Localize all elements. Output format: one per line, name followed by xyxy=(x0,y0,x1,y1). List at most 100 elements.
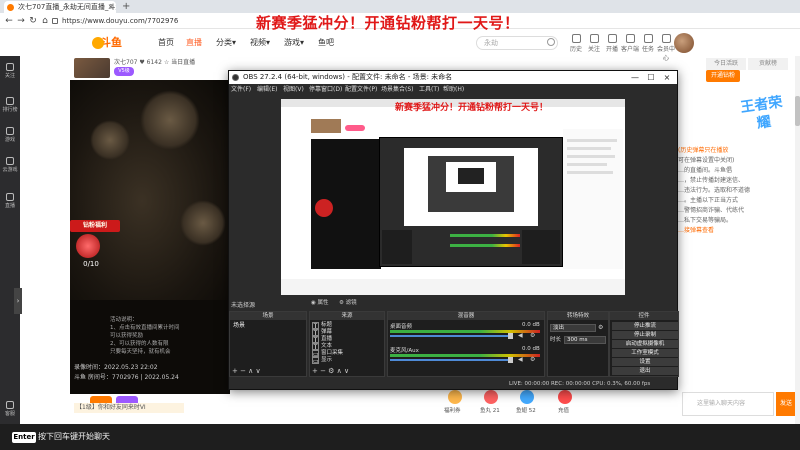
info-line: 只要每天坚持，就有机会 xyxy=(110,349,171,355)
nav-video[interactable]: 视频▾ xyxy=(250,37,270,49)
follow-button[interactable]: 关注 xyxy=(584,34,604,56)
stop-recording-button[interactable]: 停止录制 xyxy=(612,331,678,339)
menu-file[interactable]: 文件(F) xyxy=(231,84,251,95)
sidebar-item-follow[interactable]: 关注 xyxy=(0,60,20,82)
maximize-icon[interactable]: ☐ xyxy=(643,71,659,84)
nav-fishbar[interactable]: 鱼吧 xyxy=(318,37,334,49)
sidebar-item-game[interactable]: 游戏 xyxy=(0,124,20,146)
text-source-icon: T xyxy=(312,336,319,344)
stream-player[interactable]: 钻粉福利 0/10 活动说明： 1、点击有效直播间累计时间 可以获得奖励 2、可… xyxy=(70,80,230,394)
sidebar-item-rank[interactable]: 排行榜 xyxy=(0,94,20,116)
search-input[interactable]: 永劫 xyxy=(476,36,558,50)
avatar[interactable] xyxy=(674,33,694,53)
gear-icon[interactable]: ⚙ xyxy=(530,333,536,339)
nav-category[interactable]: 分类▾ xyxy=(216,37,236,49)
fishball-icon[interactable] xyxy=(484,390,498,404)
source-item[interactable]: ▭ 窗口采集 xyxy=(311,350,383,358)
preview-text-line xyxy=(567,163,607,166)
sidebar-item-cloud-game[interactable]: 云游戏 xyxy=(0,154,20,176)
send-button[interactable]: 发送 xyxy=(776,392,796,416)
duration-input[interactable]: 300 ms xyxy=(564,336,606,344)
menu-profile[interactable]: 配置文件(P) xyxy=(345,84,377,95)
notice-line: …违法行为。选取和不道德 xyxy=(678,187,751,194)
sidebar-item-live[interactable]: 直播 xyxy=(0,190,20,212)
source-item[interactable]: T 文本 xyxy=(311,343,383,351)
volume-slider-handle[interactable] xyxy=(508,333,513,339)
broadcast-button[interactable]: 开播 xyxy=(602,34,622,56)
volume-slider-handle[interactable] xyxy=(508,357,513,363)
task-button[interactable]: 任务 xyxy=(638,34,658,56)
window-source-icon: ▭ xyxy=(312,350,319,358)
filters-button[interactable]: ⚙ 滤镜 xyxy=(339,299,363,308)
history-button[interactable]: 历史 xyxy=(566,34,586,56)
tab-today-active[interactable]: 今日活跃 xyxy=(706,58,746,70)
gear-icon[interactable]: ⚙ xyxy=(598,324,606,332)
obs-window[interactable]: OBS 27.2.4 (64-bit, windows) - 配置文件: 未命名… xyxy=(228,70,679,390)
scene-item[interactable]: 场景 xyxy=(231,322,305,330)
sidebar-item-service[interactable]: 客服 xyxy=(0,398,20,420)
source-item[interactable]: T 弹幕 xyxy=(311,329,383,337)
recharge-icon[interactable] xyxy=(558,390,572,404)
source-label: 直播 xyxy=(321,336,333,342)
new-tab-icon[interactable]: + xyxy=(122,1,132,13)
url-field[interactable]: https://www.douyu.com/7702976 xyxy=(52,15,212,27)
source-tools[interactable]: + − ⚙ ∧ ∨ xyxy=(312,368,349,375)
nav-home[interactable]: 首页 xyxy=(158,37,174,49)
browser-tab[interactable]: 次七707直播_永劫无间直播_斗鱼... xyxy=(4,1,116,13)
status-text: LIVE: 00:00:00 REC: 00:00:00 CPU: 0.3%, … xyxy=(509,381,651,387)
source-item[interactable]: T 直播 xyxy=(311,336,383,344)
volume-slider[interactable] xyxy=(390,359,510,361)
speaker-icon[interactable]: ◀ xyxy=(518,357,524,363)
source-item[interactable]: ▭ 显示 xyxy=(311,357,383,365)
room-thumbnail[interactable] xyxy=(74,58,110,78)
scene-tools[interactable]: + − ∧ ∨ xyxy=(232,368,261,375)
menu-tools[interactable]: 工具(T) xyxy=(419,84,439,95)
preview-tag xyxy=(345,125,365,131)
settings-button[interactable]: 设置 xyxy=(612,358,678,366)
tab-close-icon[interactable]: × xyxy=(106,1,116,13)
gear-icon[interactable]: ⚙ xyxy=(530,357,536,363)
minimize-icon[interactable]: — xyxy=(627,71,643,84)
fin-icon[interactable] xyxy=(520,390,534,404)
nav-game[interactable]: 游戏▾ xyxy=(284,37,304,49)
text-source-icon: T xyxy=(312,343,319,351)
gamepad-icon xyxy=(6,127,14,135)
nav-live[interactable]: 直播 xyxy=(186,37,202,49)
menu-edit[interactable]: 编辑(E) xyxy=(257,84,277,95)
king-of-glory-logo[interactable]: 王者荣耀 xyxy=(735,93,790,140)
studio-mode-button[interactable]: 工作室模式 xyxy=(612,349,678,357)
tab-contribution[interactable]: 贡献榜 xyxy=(748,58,788,70)
stop-streaming-button[interactable]: 停止推流 xyxy=(612,322,678,330)
mixer-channel: 桌面音频 0.0 dB ◀ ⚙ xyxy=(390,322,542,344)
vip-button[interactable]: 会员中心 xyxy=(656,34,676,62)
properties-button[interactable]: ◉ 属性 xyxy=(311,299,335,308)
client-button[interactable]: 客户端 xyxy=(620,34,640,56)
exit-button[interactable]: 退出 xyxy=(612,367,678,375)
obs-preview-canvas[interactable]: 新赛季猛冲分！开通钻粉帮打一天号！ xyxy=(281,99,625,295)
chat-input[interactable]: 这里输入聊天内容 xyxy=(682,392,774,416)
notice-line: …接弹幕查看 xyxy=(678,227,715,234)
volume-slider[interactable] xyxy=(390,335,510,337)
page-scrollbar[interactable] xyxy=(795,56,800,424)
menu-view[interactable]: 视图(V) xyxy=(283,84,304,95)
speaker-icon[interactable]: ◀ xyxy=(518,333,524,339)
close-icon[interactable]: × xyxy=(659,71,675,84)
home-icon[interactable]: ⌂ xyxy=(38,13,52,29)
menu-scene-collection[interactable]: 场景集合(S) xyxy=(381,84,414,95)
coupon-icon[interactable] xyxy=(448,390,462,404)
mixer-dock: 混音器 桌面音频 0.0 dB ◀ ⚙ 麦克风/Aux 0.0 dB ◀ ⚙ xyxy=(387,311,545,377)
menu-docks[interactable]: 停靠窗口(D) xyxy=(309,84,342,95)
broadcast-label: 开播 xyxy=(605,46,618,53)
transition-select[interactable]: 淡出 xyxy=(550,324,596,332)
menu-help[interactable]: 帮助(H) xyxy=(443,84,464,95)
sidebar-collapse-chevron-icon[interactable]: › xyxy=(14,288,22,314)
start-virtual-camera-button[interactable]: 启动虚拟摄像机 xyxy=(612,340,678,348)
open-fan-button[interactable]: 开通钻粉 xyxy=(706,70,740,82)
diamond-fan-promo[interactable]: 钻粉福利 0/10 xyxy=(70,220,126,274)
obs-title-bar[interactable]: OBS 27.2.4 (64-bit, windows) - 配置文件: 未命名… xyxy=(229,71,677,84)
source-item[interactable]: T 标题 xyxy=(311,322,383,330)
preview-headline: 新赛季猛冲分！开通钻粉帮打一天号！ xyxy=(395,103,549,113)
douyu-logo[interactable]: 斗鱼 xyxy=(92,34,140,52)
search-icon[interactable] xyxy=(547,38,555,46)
scrollbar-thumb[interactable] xyxy=(795,96,800,126)
